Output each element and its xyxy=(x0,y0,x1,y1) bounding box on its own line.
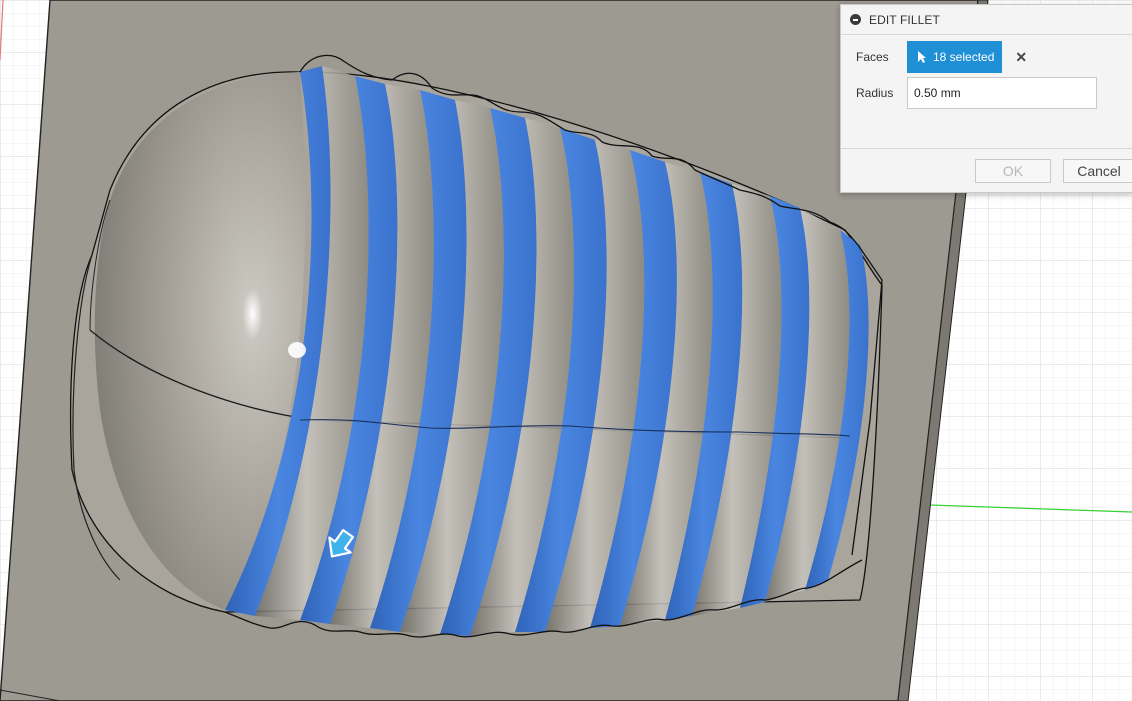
cursor-arrow-icon xyxy=(918,51,926,63)
faces-row: Faces 18 selected ✕ xyxy=(841,41,1027,73)
dialog-footer: OK Cancel xyxy=(841,148,1132,193)
radius-input[interactable] xyxy=(907,77,1097,109)
edit-fillet-dialog: EDIT FILLET Faces 18 selected ✕ Radius O… xyxy=(840,4,1132,193)
close-icon[interactable]: ✕ xyxy=(1015,49,1027,66)
radius-row: Radius xyxy=(841,77,1097,109)
radius-label: Radius xyxy=(856,86,894,100)
dialog-header: EDIT FILLET xyxy=(841,5,1132,35)
cancel-button[interactable]: Cancel xyxy=(1063,159,1132,183)
dialog-title: EDIT FILLET xyxy=(869,12,940,27)
minus-circle-icon[interactable] xyxy=(850,14,861,25)
faces-count: 18 selected xyxy=(933,50,995,64)
ok-button[interactable]: OK xyxy=(975,159,1051,183)
faces-selection-button[interactable]: 18 selected xyxy=(907,41,1003,73)
faces-label: Faces xyxy=(856,50,889,64)
